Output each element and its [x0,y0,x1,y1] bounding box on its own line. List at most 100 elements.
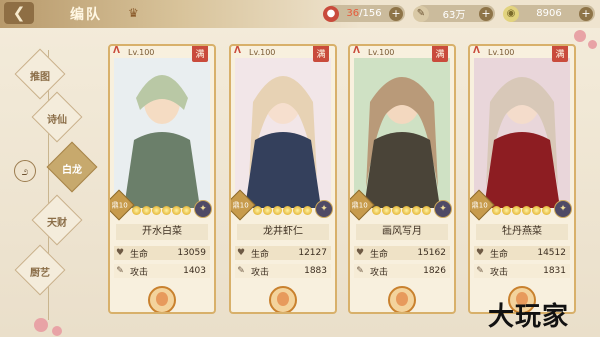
star-icon [172,206,181,215]
feather-icon: ✎ [237,266,245,276]
star-icon [502,206,511,215]
add-jade-button[interactable]: + [579,6,593,21]
attack-label: 攻击 [490,267,509,278]
heart-icon: ♥ [475,248,485,258]
hp-row: ♥ 生命 13059 [114,246,210,260]
max-seal: 满 [192,46,208,62]
star-row [253,206,312,215]
add-stamina-button[interactable]: + [389,6,403,21]
character-name: 画风写月 [356,224,448,240]
stamina-icon: ● [323,5,339,22]
skill-badge-icon[interactable]: ✦ [554,200,572,218]
heart-icon: ♥ [355,248,365,258]
star-icon [512,206,521,215]
back-button[interactable]: ❮ [4,2,34,24]
character-name: 牡丹燕菜 [476,224,568,240]
sidebar-label-bailong: 白龙 [62,165,82,176]
team-card-2[interactable]: ᐱ Lv.100 满 鼎10 ✦ 龙井虾仁 ♥ 生命 12127 ✎ 攻击 18… [229,44,337,314]
portrait-robe [484,132,560,208]
star-icon [412,206,421,215]
hp-value: 13059 [177,248,206,258]
skill-badge-icon[interactable]: ✦ [315,200,333,218]
hp-row: ♥ 生命 14512 [474,246,570,260]
character-portrait [114,58,210,208]
top-bar: ❮ 编队 ♛ ● 36/156 + ✎ 63万 + ◉ 8906 + [0,0,600,28]
card-level: Lv.100 [249,48,276,57]
attack-value: 1883 [304,266,327,276]
card-level: Lv.100 [128,48,155,57]
stamina-current: 36 [346,8,360,19]
portrait-robe [124,132,200,208]
attack-row: ✎ 攻击 1403 [114,264,210,278]
partner-avatar[interactable] [148,286,176,312]
hp-row: ♥ 生命 12127 [235,246,331,260]
character-portrait [474,58,570,208]
card-level: Lv.100 [488,48,515,57]
star-icon [263,206,272,215]
skill-badge-icon[interactable]: ✦ [434,200,452,218]
sidebar-label-tuitu: 推图 [30,72,50,83]
hp-label: 生命 [130,249,149,260]
star-icon [273,206,282,215]
star-icon [253,206,262,215]
heart-icon: ♥ [236,248,246,258]
character-name: 龙井虾仁 [237,224,329,240]
attack-row: ✎ 攻击 1831 [474,264,570,278]
level-icon: ᐱ [353,46,360,56]
star-icon [492,206,501,215]
star-icon [182,206,191,215]
max-seal: 满 [432,46,448,62]
star-icon [522,206,531,215]
star-icon [382,206,391,215]
character-portrait [235,58,331,208]
star-icon [293,206,302,215]
stamina-counter: ● 36/156 + [323,5,405,22]
hp-row: ♥ 生命 15162 [354,246,450,260]
team-sidebar: ೨ 推图 诗仙 白龙 天财 厨艺 [0,40,100,337]
level-icon: ᐱ [473,46,480,56]
heart-icon: ♥ [115,248,125,258]
watermark-logo: 大玩家 [488,302,570,332]
star-icon [542,206,551,215]
attack-row: ✎ 攻击 1826 [354,264,450,278]
sidebar-label-shixian: 诗仙 [47,115,67,126]
attack-row: ✎ 攻击 1883 [235,264,331,278]
plum-blossom-decoration [574,30,586,42]
star-icon [392,206,401,215]
partner-avatar[interactable] [388,286,416,312]
star-icon [142,206,151,215]
hp-label: 生命 [370,249,389,260]
sidebar-label-chuyi: 厨艺 [30,268,50,279]
character-name: 开水白菜 [116,224,208,240]
hp-label: 生命 [251,249,270,260]
team-card-3[interactable]: ᐱ Lv.100 满 鼎10 ✦ 画风写月 ♥ 生命 15162 ✎ 攻击 18… [348,44,456,314]
feather-icon: ✎ [476,266,484,276]
back-arrow-icon: ❮ [12,4,26,22]
attack-value: 1826 [423,266,446,276]
star-icon [372,206,381,215]
add-silver-button[interactable]: + [479,6,493,21]
partner-avatar[interactable] [269,286,297,312]
attack-value: 1831 [543,266,566,276]
feather-icon: ✎ [116,266,124,276]
hp-label: 生命 [490,249,509,260]
star-icon [402,206,411,215]
attack-value: 1403 [183,266,206,276]
attack-label: 攻击 [130,267,149,278]
hp-value: 14512 [537,248,566,258]
silver-icon: ✎ [413,5,429,22]
team-card-1[interactable]: ᐱ Lv.100 满 鼎10 ✦ 开水白菜 ♥ 生命 13059 ✎ 攻击 14… [108,44,216,314]
portrait-robe [364,132,440,208]
star-row [372,206,431,215]
page-title: 编队 [70,7,102,23]
jade-icon: ◉ [503,5,519,22]
hp-value: 15162 [417,248,446,258]
feather-icon: ✎ [356,266,364,276]
plum-blossom-decoration [588,40,597,49]
swirl-emblem-icon: ೨ [14,160,36,182]
team-card-4[interactable]: ᐱ Lv.100 满 鼎10 ✦ 牡丹燕菜 ♥ 生命 14512 ✎ 攻击 18… [468,44,576,314]
silver-counter: ✎ 63万 + [413,5,495,22]
skill-badge-icon[interactable]: ✦ [194,200,212,218]
silver-value: 63万 [442,10,466,21]
character-portrait [354,58,450,208]
